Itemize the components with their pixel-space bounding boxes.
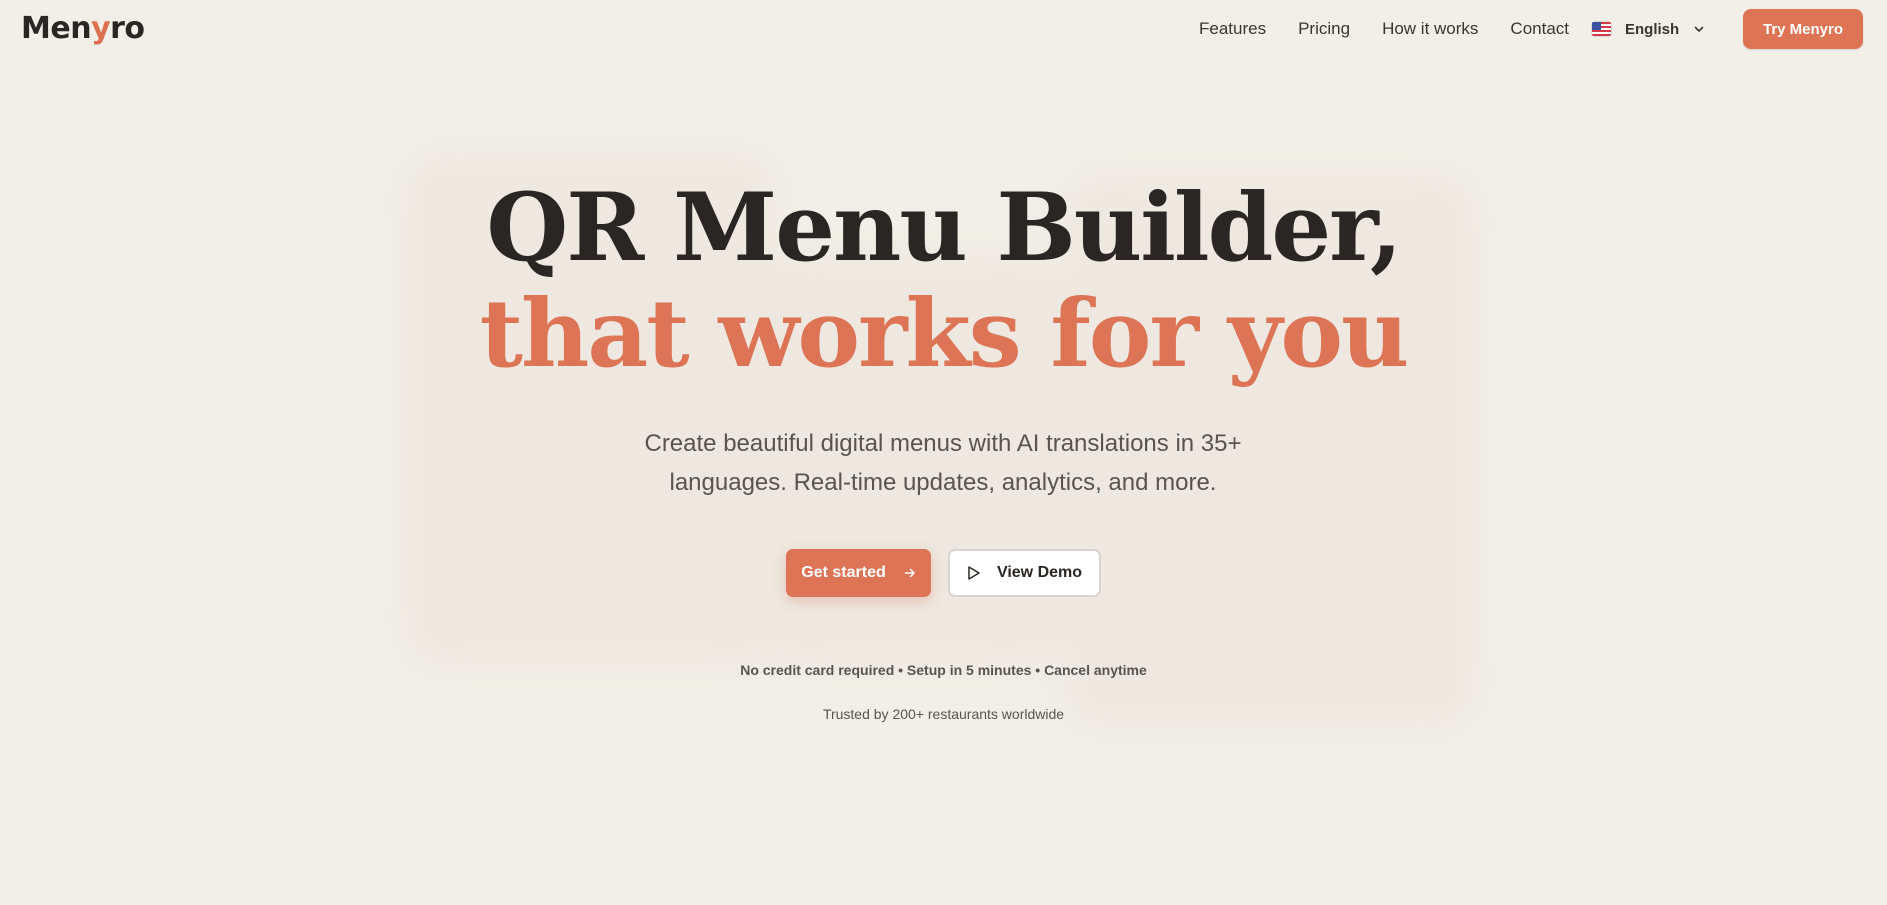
signup-note: No credit card required • Setup in 5 min…	[740, 662, 1147, 678]
language-label: English	[1625, 20, 1680, 38]
site-header: Men y ro Features Pricing How it works Con…	[0, 0, 1887, 58]
nav-link-features[interactable]: Features	[1199, 18, 1266, 40]
try-menyro-button[interactable]: Try Menyro	[1743, 9, 1863, 49]
arrow-right-icon	[904, 568, 915, 578]
logo-text-accent: y	[91, 11, 111, 46]
main-nav: Features Pricing How it works Contact	[1199, 18, 1601, 40]
language-selector[interactable]: English	[1592, 17, 1705, 41]
nav-link-contact[interactable]: Contact	[1510, 18, 1569, 40]
get-started-button[interactable]: Get started	[786, 549, 931, 597]
hero-title-line-1: QR Menu Builder,	[486, 173, 1402, 283]
hero-cta-row: Get started View Demo	[786, 549, 1101, 597]
view-demo-label: View Demo	[996, 564, 1083, 581]
hero-title-line-2: that works for you	[479, 279, 1410, 389]
logo-text-prefix: Men	[21, 11, 92, 46]
logo-text-suffix: ro	[110, 11, 145, 46]
us-flag-icon	[1592, 22, 1611, 36]
chevron-down-icon	[1694, 26, 1704, 32]
play-icon	[968, 566, 980, 580]
get-started-label: Get started	[801, 564, 886, 581]
trusted-by-text: Trusted by 200+ restaurants worldwide	[822, 706, 1065, 722]
landing-page: Men y ro Features Pricing How it works Con…	[0, 0, 1887, 905]
hero-subtitle: Create beautiful digital menus with AI t…	[644, 430, 1242, 496]
logo[interactable]: Men y ro	[21, 9, 145, 49]
view-demo-button[interactable]: View Demo	[948, 549, 1101, 597]
nav-link-pricing[interactable]: Pricing	[1298, 18, 1350, 40]
nav-link-how-it-works[interactable]: How it works	[1382, 18, 1478, 40]
